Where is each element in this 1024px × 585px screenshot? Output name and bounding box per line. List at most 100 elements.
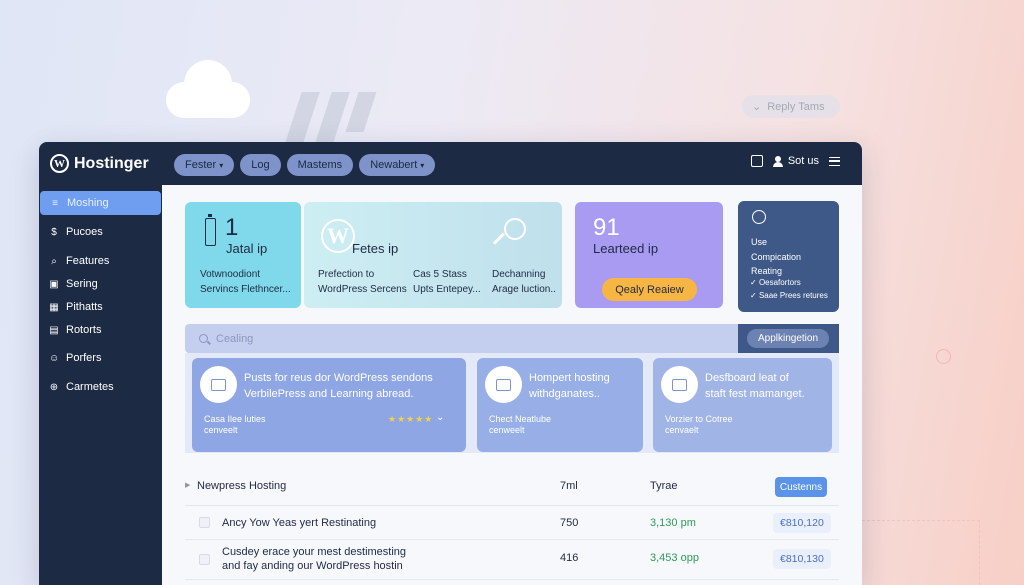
row-value: 416 (560, 552, 579, 564)
top-bar: W Hostinger Fester ▾ Log Mastems Newabert… (39, 142, 862, 185)
top-nav: Fester ▾ Log Mastems Newabert ▾ (174, 154, 436, 176)
info-panel: Use Compication Reating ✓ Oesafortors ✓ … (738, 201, 839, 312)
feature-tile[interactable]: Pusts for reus dor WordPress sendons Verb… (192, 358, 466, 452)
info-list: ✓ Oesafortors ✓ Saae Prees retures (750, 277, 828, 302)
battery-icon (205, 214, 216, 246)
tile-heading: Desfboard leat of staft fest mamanget. (705, 372, 805, 400)
globe-icon (752, 210, 766, 224)
customers-button[interactable]: Custenns (775, 477, 827, 497)
sidebar-item-carmetes[interactable]: ⊕ Carmetes (39, 375, 162, 399)
star-rating: ★★★★★ (388, 414, 434, 424)
circle-decoration (936, 349, 951, 364)
nav-pill-mastems[interactable]: Mastems (286, 154, 354, 176)
image-icon (200, 366, 237, 403)
hamburger-icon[interactable] (829, 156, 840, 166)
stat-line-2: Servincs Flethncer... (200, 284, 291, 295)
quality-review-button[interactable]: Qealy Reaiew (602, 278, 697, 301)
list-item: ✓ Saae Prees retures (750, 290, 828, 300)
wordpress-icon: W (321, 219, 355, 253)
stat-card-fetes[interactable]: W Fetes ip Prefection to WordPress Serce… (304, 202, 562, 308)
sidebar-item-features[interactable]: ⌕ Features (39, 249, 162, 273)
user-label: Sot us (787, 155, 819, 167)
card-icon: ▣ (49, 278, 59, 290)
tile-footer: Chect Neatlube cenweelt (489, 414, 552, 435)
row-name: Cusdey erace your mest destimesting and … (222, 546, 407, 572)
feature-tile[interactable]: Hompert hosting withdganates.. Chect Neat… (477, 358, 643, 452)
stat-number: 91 (593, 214, 620, 241)
row-value: 750 (560, 517, 579, 529)
cloud-decoration (166, 60, 250, 120)
stat-title: Jatal ip (226, 241, 268, 256)
feature-tile[interactable]: Desfboard leat of staft fest mamanget. Vo… (653, 358, 832, 452)
user-menu[interactable]: Sot us (772, 155, 819, 167)
nav-pill-newabert[interactable]: Newabert ▾ (359, 154, 436, 176)
search-icon (199, 334, 208, 343)
image-icon (485, 366, 522, 403)
info-text: Use Compication Reating (751, 237, 802, 276)
feature-col3-line1: Dechanning (492, 269, 546, 280)
check-icon: ✓ (750, 290, 759, 300)
search-placeholder: Cealing (216, 332, 254, 345)
nav-pill-fester[interactable]: Fester ▾ (174, 154, 235, 176)
dollar-icon: $ (51, 226, 57, 238)
sidebar-item-rotorts[interactable]: ▤ Rotorts (39, 318, 162, 342)
nav-pill-log[interactable]: Log (240, 154, 281, 176)
chevron-down-icon: ⌄ (752, 101, 762, 113)
chevron-down-icon: ▾ (420, 160, 425, 170)
table-icon: ▤ (49, 324, 59, 336)
feature-col1-line2: WordPress Sercens (318, 284, 407, 295)
top-right-controls: Sot us (750, 155, 840, 167)
stat-title: Learteed ip (593, 241, 659, 256)
sidebar-item-pithatts[interactable]: ▦ Pithatts (39, 295, 162, 319)
tile-footer: Vorzier to Cotree cenvaelt (665, 414, 733, 435)
chevron-down-icon: ▾ (219, 160, 224, 170)
table-row[interactable]: Ancy Yow Yeas yert Restinating 750 3,130… (185, 506, 839, 540)
sidebar: ≡ Moshing $ Pucoes ⌕ Features ▣ Sering ▦ Pith… (39, 185, 162, 585)
list-item: ✓ Oesafortors (750, 278, 801, 287)
table-row[interactable]: Cusdey erace your mest destimesting and … (185, 540, 839, 580)
row-stat: 3,453 opp (650, 552, 699, 564)
row-price: €810,130 (773, 549, 831, 569)
sidebar-item-sering[interactable]: ▣ Sering (39, 272, 162, 296)
stat-number: 1 (225, 214, 239, 241)
table-header: ▶ Newpress Hosting 7ml Tyrae Custenns (185, 468, 839, 506)
dashed-decoration (862, 520, 980, 585)
feature-col2-line1: Cas 5 Stass (413, 269, 467, 280)
hosting-table: ▶ Newpress Hosting 7ml Tyrae Custenns An… (185, 468, 839, 580)
tile-heading: Pusts for reus dor WordPress sendons Verb… (244, 372, 433, 400)
row-name: Ancy Yow Yeas yert Restinating (222, 517, 377, 529)
feature-col2-line2: Upts Entepey... (413, 284, 481, 295)
user-icon (772, 155, 783, 167)
image-icon (661, 366, 698, 403)
sidebar-item-pucoes[interactable]: $ Pucoes (39, 220, 162, 244)
stat-card-jatal[interactable]: 1 Jatal ip Votwnoodiont Servincs Flethnc… (185, 202, 301, 308)
app-window: W Hostinger Fester ▾ Log Mastems Newabert… (39, 142, 862, 585)
sidebar-item-porfers[interactable]: ☺ Porfers (39, 346, 162, 370)
list-icon: ≡ (52, 197, 58, 209)
column-header-2[interactable]: 7ml (560, 480, 578, 492)
grid-icon: ▦ (49, 301, 59, 313)
row-checkbox[interactable] (199, 517, 210, 528)
brand-logo[interactable]: W Hostinger (50, 154, 149, 173)
tile-heading: Hompert hosting withdganates.. (529, 372, 610, 400)
row-stat: 3,130 pm (650, 517, 696, 529)
column-header-3[interactable]: Tyrae (650, 480, 678, 492)
expand-arrow-icon[interactable]: ▶ (185, 481, 190, 489)
stat-title: Fetes ip (352, 241, 399, 256)
row-price: €810,120 (773, 513, 831, 533)
lock-icon: ⊕ (49, 381, 59, 393)
search-icon (492, 218, 526, 250)
chevron-down-icon[interactable]: ⌄ (436, 412, 444, 423)
check-icon: ✓ (750, 278, 759, 287)
tile-footer: Casa Ilee luties cenveelt (204, 414, 266, 435)
stat-card-learteed[interactable]: 91 Learteed ip Qealy Reaiew (575, 202, 723, 308)
search-icon: ⌕ (51, 255, 57, 267)
wordpress-icon: W (50, 154, 69, 173)
main-content: 1 Jatal ip Votwnoodiont Servincs Flethnc… (162, 185, 862, 585)
row-checkbox[interactable] (199, 554, 210, 565)
sidebar-item-moshing[interactable]: ≡ Moshing (40, 191, 161, 215)
feature-col1-line1: Prefection to (318, 269, 375, 280)
calendar-icon[interactable] (750, 155, 763, 167)
column-header-name[interactable]: Newpress Hosting (197, 480, 286, 492)
application-button[interactable]: Applkingetion (747, 329, 829, 348)
